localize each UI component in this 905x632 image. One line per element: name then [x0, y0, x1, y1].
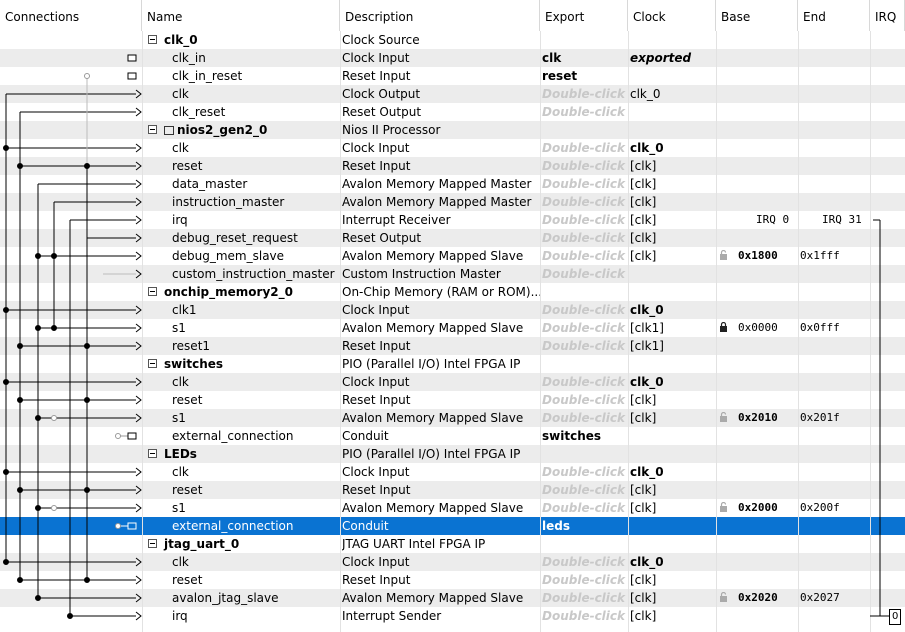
connection-dot[interactable] [17, 343, 23, 349]
column-header-end[interactable]: End [798, 0, 870, 31]
port-arrow-icon[interactable] [135, 485, 142, 495]
port-arrow-icon[interactable] [135, 593, 142, 603]
column-header-name[interactable]: Name [142, 0, 340, 31]
port-arrow-icon[interactable] [135, 215, 142, 225]
column-header-base[interactable]: Base [716, 0, 798, 31]
connection-dot[interactable] [67, 613, 73, 619]
connection-dot[interactable] [35, 505, 41, 511]
port-arrow-icon[interactable] [135, 323, 142, 333]
port-arrow-icon[interactable] [135, 575, 142, 585]
connection-dot[interactable] [115, 433, 121, 439]
connection-dot[interactable] [35, 325, 41, 331]
connection-dot[interactable] [51, 415, 57, 421]
connection-dot[interactable] [84, 73, 90, 79]
connection-dot[interactable] [17, 163, 23, 169]
port-arrow-icon[interactable] [135, 611, 142, 621]
connection-dot[interactable] [17, 397, 23, 403]
conduit-port-icon[interactable] [127, 72, 137, 80]
connection-dot[interactable] [84, 487, 90, 493]
column-header-clock[interactable]: Clock [628, 0, 716, 31]
port-arrow-icon[interactable] [135, 377, 142, 387]
connection-dot[interactable] [51, 325, 57, 331]
conduit-port-icon[interactable] [127, 54, 137, 62]
connection-dot[interactable] [3, 559, 9, 565]
port-arrow-icon[interactable] [135, 143, 142, 153]
connection-dot[interactable] [3, 379, 9, 385]
port-arrow-icon[interactable] [135, 413, 142, 423]
column-header-description[interactable]: Description [340, 0, 540, 31]
port-arrow-icon[interactable] [135, 467, 142, 477]
port-arrow-icon[interactable] [135, 161, 142, 171]
connection-dot[interactable] [3, 469, 9, 475]
port-arrow-icon[interactable] [135, 395, 142, 405]
connection-dot[interactable] [84, 343, 90, 349]
connection-dot[interactable] [35, 595, 41, 601]
connection-dot[interactable] [17, 487, 23, 493]
port-arrow-icon[interactable] [135, 107, 142, 117]
connection-dot[interactable] [17, 577, 23, 583]
port-arrow-icon[interactable] [135, 341, 142, 351]
port-arrow-icon[interactable] [135, 89, 142, 99]
connection-dot[interactable] [84, 577, 90, 583]
port-arrow-icon[interactable] [135, 503, 142, 513]
connection-dot[interactable] [35, 415, 41, 421]
connection-dot[interactable] [84, 163, 90, 169]
column-header-irq[interactable]: IRQ [870, 0, 905, 31]
connection-dot[interactable] [51, 505, 57, 511]
connection-dot[interactable] [84, 397, 90, 403]
connection-dot[interactable] [115, 523, 121, 529]
conduit-port-icon[interactable] [127, 432, 137, 440]
conduit-port-icon[interactable] [127, 522, 137, 530]
connection-dot[interactable] [35, 253, 41, 259]
port-arrow-icon[interactable] [135, 269, 142, 279]
port-arrow-icon[interactable] [135, 251, 142, 261]
connection-dot[interactable] [3, 145, 9, 151]
port-arrow-icon[interactable] [135, 197, 142, 207]
connections-wiring[interactable] [0, 31, 905, 632]
connection-dot[interactable] [3, 307, 9, 313]
port-arrow-icon[interactable] [135, 305, 142, 315]
connection-dot[interactable] [51, 253, 57, 259]
table-header: Connections Name Description Export Cloc… [0, 0, 905, 32]
column-header-export[interactable]: Export [540, 0, 628, 31]
port-arrow-icon[interactable] [135, 179, 142, 189]
port-arrow-icon[interactable] [135, 233, 142, 243]
column-header-connections[interactable]: Connections [0, 0, 142, 31]
port-arrow-icon[interactable] [135, 557, 142, 567]
